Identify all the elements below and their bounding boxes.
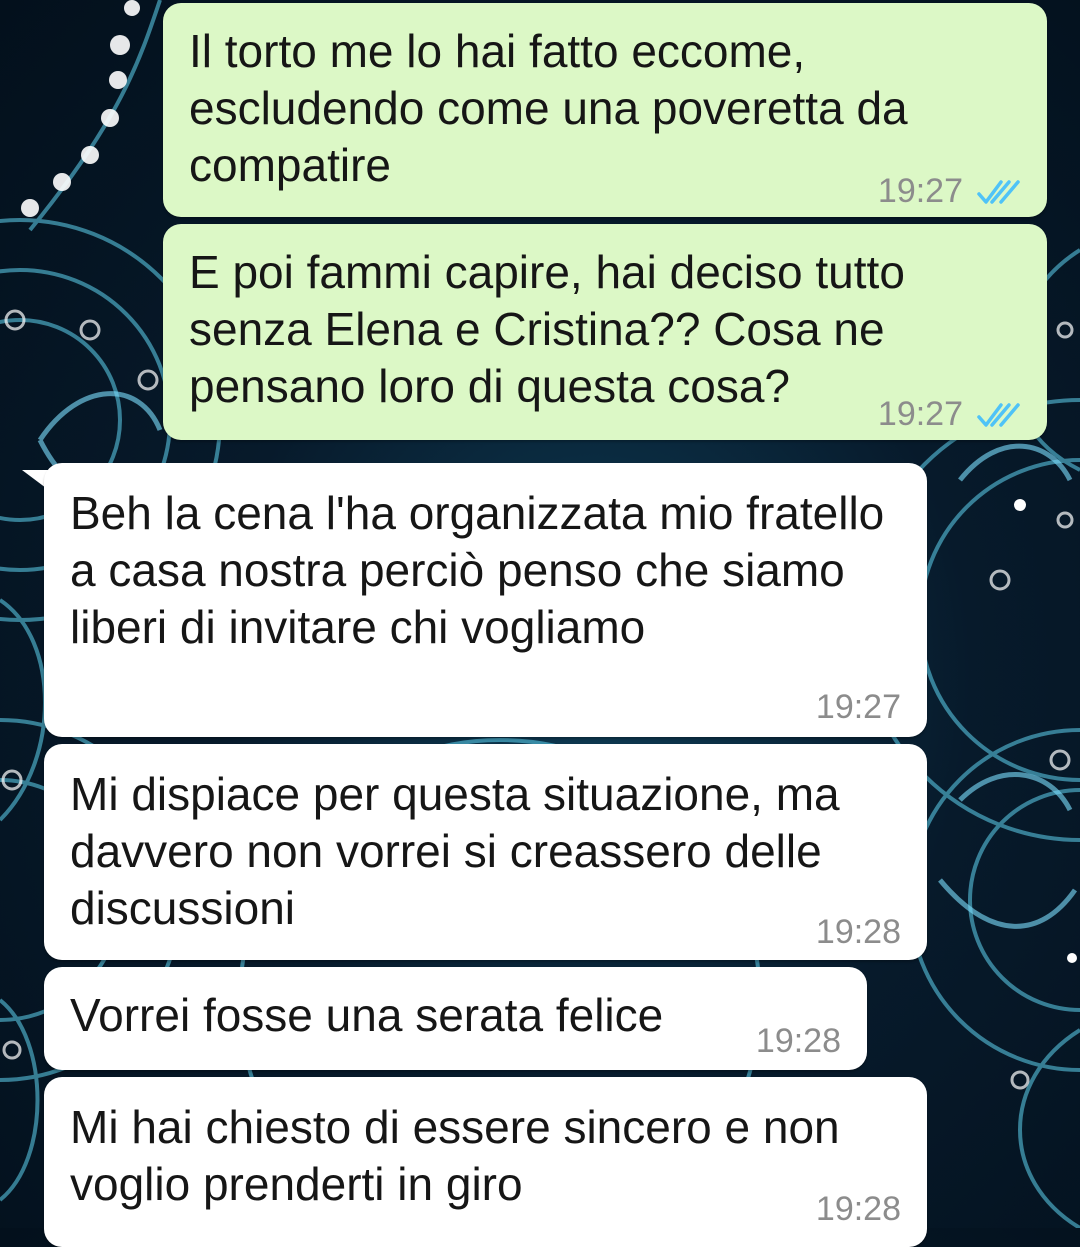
- message-outgoing[interactable]: Il torto me lo hai fatto eccome, esclude…: [163, 3, 1047, 217]
- message-outgoing[interactable]: E poi fammi capire, hai deciso tutto sen…: [163, 224, 1047, 440]
- message-incoming[interactable]: Mi dispiace per questa situazione, ma da…: [44, 744, 927, 960]
- message-time: 19:28: [815, 913, 901, 951]
- message-meta: 19:27: [816, 679, 901, 736]
- message-time: 19:27: [877, 172, 963, 210]
- message-meta: 19:28: [756, 1013, 841, 1070]
- message-text: Mi dispiace per questa situazione, ma da…: [70, 768, 840, 934]
- message-meta: 19:28: [816, 904, 901, 961]
- message-text: Vorrei fosse una serata felice: [70, 989, 664, 1041]
- message-incoming[interactable]: Beh la cena l'ha organizzata mio fratell…: [44, 463, 927, 737]
- message-time: 19:28: [755, 1022, 841, 1060]
- message-time: 19:28: [815, 1190, 901, 1228]
- message-text: Mi hai chiesto di essere sincero e non v…: [70, 1101, 840, 1210]
- message-meta: 19:28: [816, 1181, 901, 1238]
- message-meta: 19:27: [878, 386, 1021, 443]
- message-incoming[interactable]: Vorrei fosse una serata felice 19:28: [44, 967, 867, 1070]
- message-text: Beh la cena l'ha organizzata mio fratell…: [70, 487, 885, 653]
- message-time: 19:27: [815, 688, 901, 726]
- message-incoming[interactable]: Mi hai chiesto di essere sincero e non v…: [44, 1077, 927, 1247]
- message-meta: 19:27: [878, 163, 1021, 220]
- double-check-read-icon: [977, 179, 1020, 204]
- message-time: 19:27: [877, 395, 963, 433]
- double-check-read-icon: [977, 402, 1020, 427]
